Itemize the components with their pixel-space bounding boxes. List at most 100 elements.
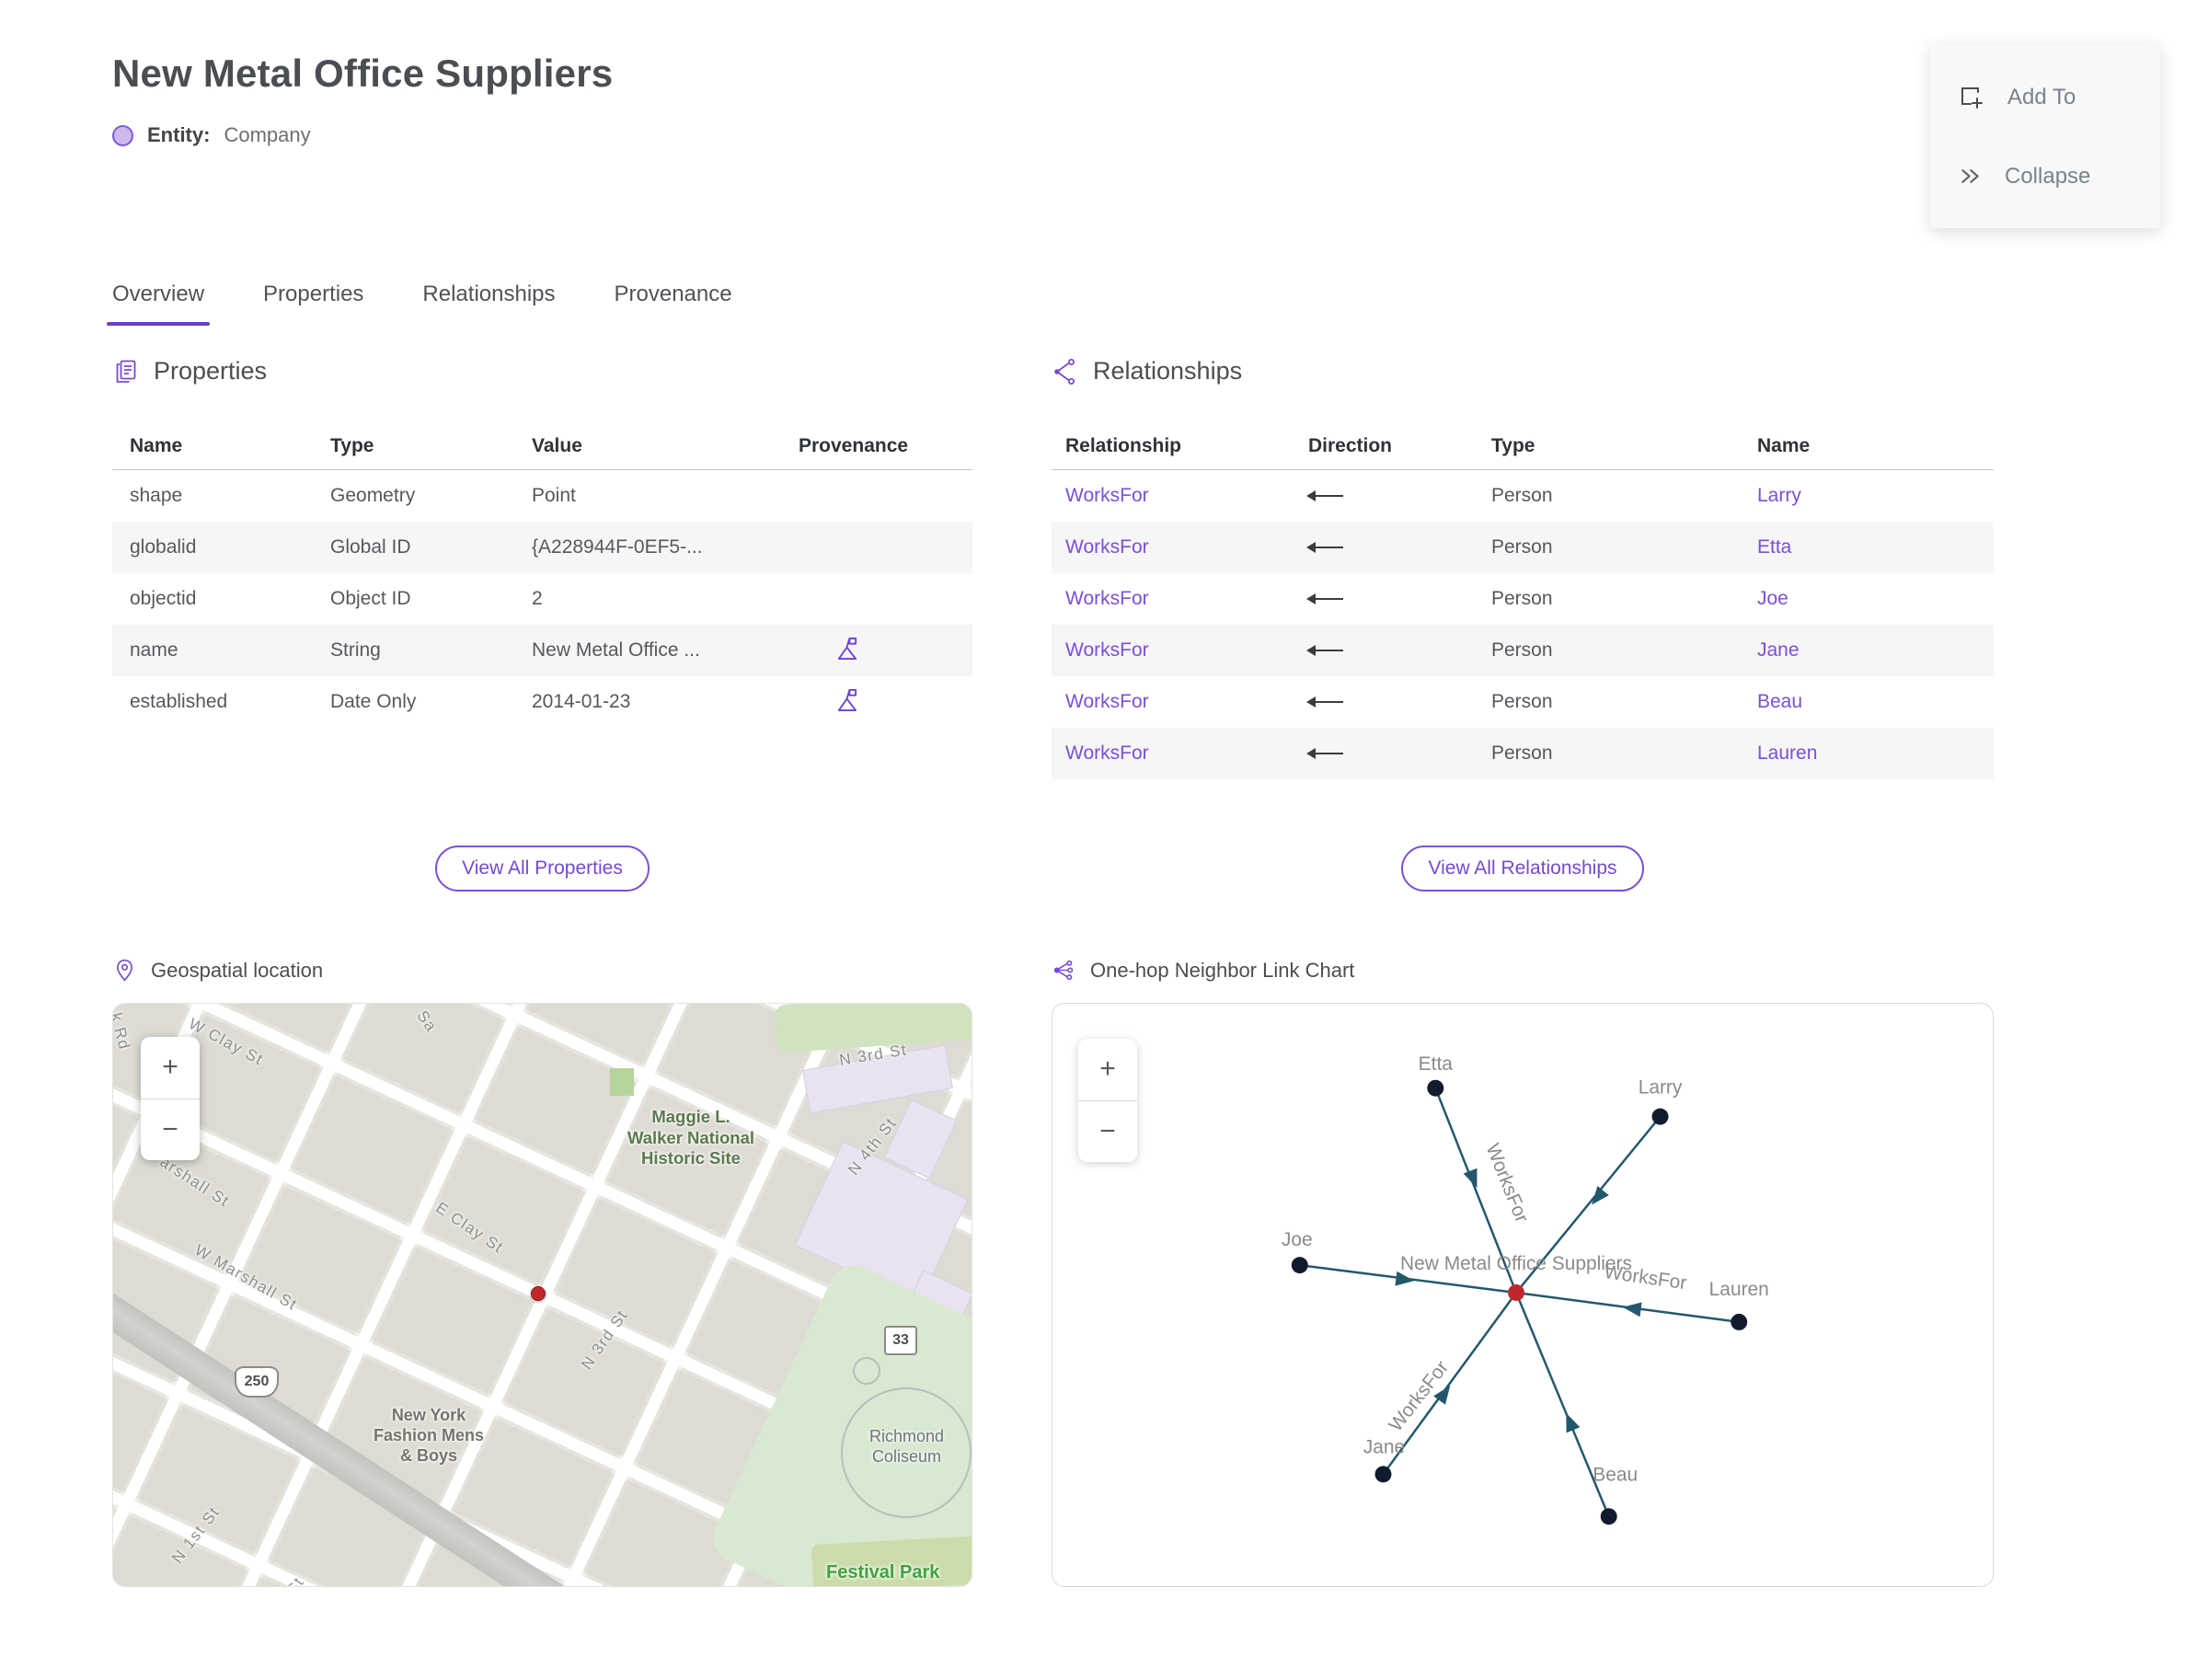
relationship-link[interactable]: WorksFor	[1052, 742, 1308, 765]
collapse-button[interactable]: Collapse	[1958, 164, 2160, 190]
add-to-icon	[1961, 86, 1983, 109]
poi-label-maggie-walker: Maggie L. Walker National Historic Site	[627, 1107, 755, 1168]
relationship-name-link[interactable]: Joe	[1757, 588, 1994, 610]
poi-label-richmond-coliseum: Richmond Coliseum	[868, 1427, 945, 1466]
provenance-flag-icon[interactable]	[799, 635, 972, 667]
geospatial-section-header: Geospatial location	[112, 958, 972, 983]
node-label: Jane	[1363, 1436, 1405, 1457]
node-beau[interactable]	[1600, 1508, 1617, 1525]
arrow-left-icon	[1306, 696, 1343, 708]
node-label: Etta	[1419, 1053, 1454, 1075]
col-value: Value	[532, 434, 582, 456]
col-type: Type	[1491, 434, 1535, 456]
property-name: name	[130, 639, 178, 661]
link-chart-section-header: One-hop Neighbor Link Chart	[1052, 958, 1994, 983]
chart-zoom-in-button[interactable]: +	[1078, 1039, 1137, 1100]
node-lauren[interactable]	[1731, 1313, 1748, 1330]
relationship-row: WorksFor Person Lauren	[1052, 728, 1994, 779]
poi-label-ny-fashion: New York Fashion Mens & Boys	[373, 1406, 484, 1465]
route-shield-250: 250	[235, 1366, 279, 1398]
relationship-row: WorksFor Person Joe	[1052, 573, 1994, 625]
relationship-link[interactable]: WorksFor	[1052, 639, 1308, 662]
double-chevron-right-icon	[1961, 169, 1979, 183]
tab-provenance[interactable]: Provenance	[615, 282, 732, 326]
relationship-name-link[interactable]: Larry	[1757, 485, 1994, 507]
property-row: shape Geometry Point	[112, 470, 972, 522]
entity-label: Entity:	[147, 123, 211, 146]
relationship-name-link[interactable]: Lauren	[1757, 742, 1994, 765]
properties-table: Name Type Value Provenance shape Geometr…	[112, 422, 972, 728]
node-etta[interactable]	[1427, 1079, 1444, 1097]
tab-properties[interactable]: Properties	[263, 282, 363, 326]
arrow-left-icon	[1306, 593, 1343, 605]
relationship-type: Person	[1491, 485, 1553, 506]
relationship-type: Person	[1491, 742, 1553, 764]
node-center-entity[interactable]	[1508, 1284, 1524, 1301]
tab-bar: Overview Properties Relationships Proven…	[106, 282, 2208, 326]
relationship-link[interactable]: WorksFor	[1052, 691, 1308, 713]
relationship-link[interactable]: WorksFor	[1052, 536, 1308, 558]
node-label: Joe	[1282, 1229, 1313, 1250]
arrow-left-icon	[1306, 645, 1343, 657]
tab-relationships[interactable]: Relationships	[422, 282, 555, 326]
page-title: New Metal Office Suppliers	[112, 52, 614, 95]
entity-type-badge	[112, 124, 133, 146]
map-zoom-control: + −	[141, 1037, 200, 1160]
property-name: shape	[130, 485, 183, 506]
arrow-left-icon	[1306, 748, 1343, 760]
provenance-flag-icon[interactable]	[799, 686, 972, 719]
property-value: Point	[532, 485, 576, 506]
add-to-button[interactable]: Add To	[1958, 84, 2160, 111]
map-zoom-in-button[interactable]: +	[141, 1037, 200, 1099]
col-name: Name	[1757, 434, 1811, 456]
collapse-label: Collapse	[2005, 163, 2091, 189]
map-location-marker[interactable]	[531, 1286, 546, 1301]
relationship-type: Person	[1491, 588, 1553, 609]
entity-page: Add To Collapse New Metal Office Supplie…	[0, 0, 2208, 1680]
map-pin-icon	[112, 958, 137, 983]
node-label: Lauren	[1709, 1279, 1769, 1300]
node-jane[interactable]	[1374, 1466, 1392, 1483]
property-value: {A228944F-0EF5-...	[532, 536, 703, 558]
property-value: 2	[532, 588, 543, 609]
link-chart-icon	[1052, 958, 1076, 983]
chart-zoom-out-button[interactable]: −	[1078, 1099, 1137, 1163]
arrow-left-icon	[1306, 490, 1343, 502]
relationship-name-link[interactable]: Beau	[1757, 691, 1994, 713]
relationship-link[interactable]: WorksFor	[1052, 588, 1308, 610]
property-name: established	[130, 691, 228, 712]
relationship-name-link[interactable]: Jane	[1757, 639, 1994, 662]
geospatial-map[interactable]: k Rd W Clay St Sa N 3rd St N 4th St N 3r…	[112, 1003, 972, 1587]
one-hop-link-chart[interactable]: WorksFor WorksFor WorksFor Etta Larry Jo…	[1052, 1003, 1994, 1587]
entity-row: Entity: Company	[112, 123, 2208, 147]
link-chart-canvas: WorksFor WorksFor WorksFor Etta Larry Jo…	[1282, 1053, 1769, 1525]
edge-label-worksfor: WorksFor	[1482, 1141, 1533, 1225]
relationship-row: WorksFor Person Larry	[1052, 470, 1994, 522]
node-larry[interactable]	[1651, 1108, 1669, 1125]
property-type: Object ID	[330, 588, 411, 609]
relationship-link[interactable]: WorksFor	[1052, 485, 1308, 507]
relationship-name-link[interactable]: Etta	[1757, 536, 1994, 558]
col-relationship: Relationship	[1065, 434, 1182, 456]
relationship-row: WorksFor Person Beau	[1052, 676, 1994, 728]
arrowhead	[1591, 1185, 1609, 1205]
view-all-relationships-button[interactable]: View All Relationships	[1401, 846, 1644, 892]
relationship-type: Person	[1491, 536, 1553, 558]
node-label: Larry	[1639, 1077, 1683, 1099]
arrowhead	[1622, 1302, 1642, 1318]
node-joe[interactable]	[1291, 1257, 1308, 1274]
relationships-section-title: Relationships	[1093, 357, 1243, 385]
properties-section-title: Properties	[154, 357, 268, 385]
map-small-circle	[853, 1357, 880, 1385]
view-all-properties-button[interactable]: View All Properties	[435, 846, 650, 892]
relationships-section-header: Relationships	[1052, 357, 1994, 385]
tab-overview[interactable]: Overview	[106, 282, 211, 326]
property-value: 2014-01-23	[532, 691, 631, 712]
map-zoom-out-button[interactable]: −	[141, 1098, 200, 1161]
chart-zoom-control: + −	[1078, 1039, 1137, 1162]
node-label: Beau	[1593, 1464, 1638, 1485]
property-row: globalid Global ID {A228944F-0EF5-...	[112, 522, 972, 573]
route-shield-33: 33	[884, 1326, 917, 1355]
property-type: Date Only	[330, 691, 417, 712]
relationship-type: Person	[1491, 691, 1553, 712]
